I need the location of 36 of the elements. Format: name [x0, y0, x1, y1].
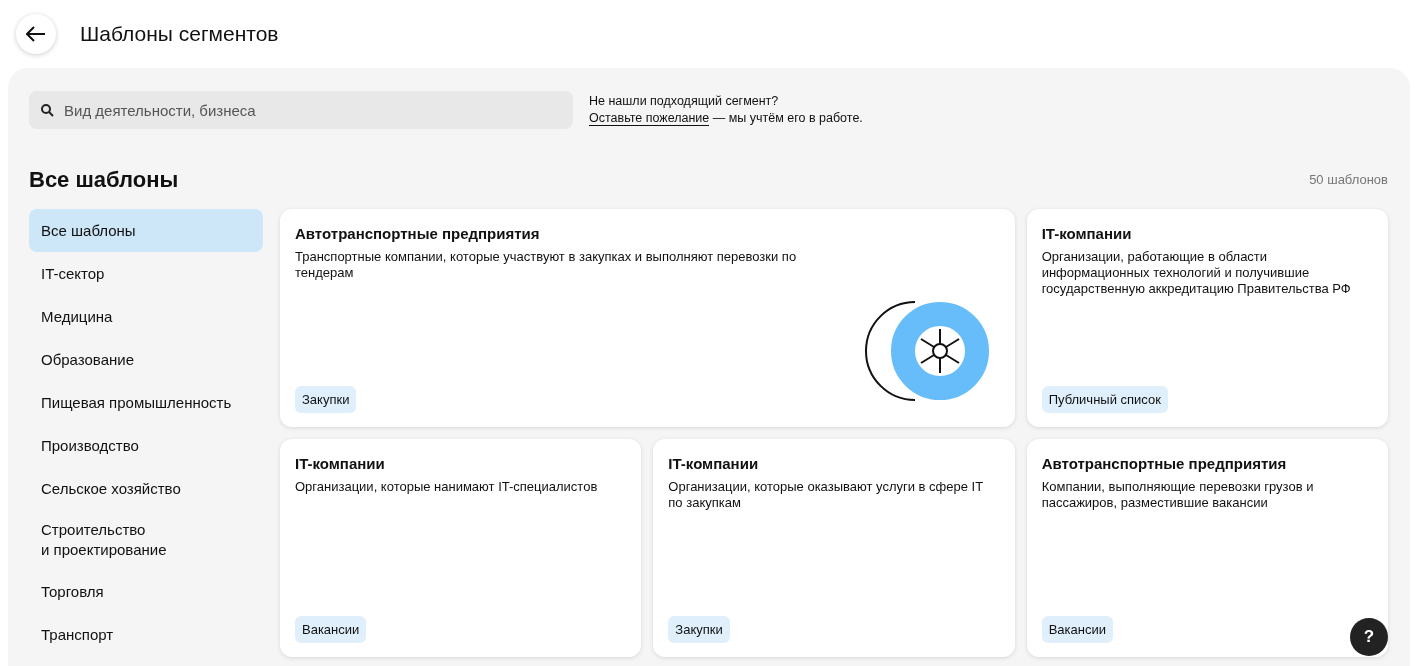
category-item[interactable]: Пищевая промышленность: [29, 381, 263, 425]
template-card[interactable]: IT-компании Организации, которые оказывают услуги в сфере IT по закупкам Закупки: [653, 439, 1015, 658]
category-item[interactable]: Все шаблоны: [29, 209, 263, 253]
template-card[interactable]: IT-компании Организации, которые нанимают IT-специалистов Вакансии: [280, 439, 642, 658]
category-item[interactable]: Образование: [29, 338, 263, 382]
feedback-question: Не нашли подходящий сегмент?: [589, 93, 780, 110]
source-tag: Закупки: [668, 615, 730, 644]
card-description: Компании, выполняющие перевозки грузов и пассажиров, разместившие вакансии: [1041, 479, 1315, 512]
feedback-link[interactable]: Оставьте пожелание: [589, 111, 710, 126]
card-title: IT-компании: [1041, 225, 1133, 244]
template-count: 50 шаблонов: [1309, 171, 1388, 190]
card-description: Организации, которые оказывают услуги в сфере IT по закупкам: [668, 479, 984, 512]
category-item[interactable]: Медицина: [29, 295, 263, 339]
category-item[interactable]: Производство: [29, 424, 263, 468]
source-tag: Вакансии: [295, 615, 367, 644]
card-description: Организации, работающие в области информационных технологий и получившие государственную аккредитацию Правительства РФ: [1041, 249, 1352, 298]
source-tag: Публичный список: [1041, 385, 1168, 414]
card-title: Автотранспортные предприятия: [1041, 455, 1288, 474]
category-item[interactable]: Сельское хозяйство: [29, 467, 263, 511]
back-arrow-icon: [26, 26, 46, 42]
card-title: IT-компании: [295, 455, 386, 474]
card-title: Автотранспортные предприятия: [295, 225, 541, 244]
category-item[interactable]: Строительство и проектирование: [29, 510, 263, 571]
category-item[interactable]: IT-сектор: [29, 252, 263, 296]
back-button[interactable]: [16, 14, 56, 54]
source-tag: Закупки: [295, 385, 357, 414]
card-description: Организации, которые нанимают IT-специалистов: [295, 479, 599, 496]
section-title: Все шаблоны: [29, 167, 179, 194]
category-item[interactable]: Транспорт: [29, 613, 263, 657]
source-tag: Вакансии: [1041, 615, 1113, 644]
card-title: IT-компании: [668, 455, 760, 474]
category-item[interactable]: Торговля: [29, 570, 263, 614]
feedback-note: — мы учтём его в работе.: [712, 111, 863, 125]
search-field[interactable]: Вид деятельности, бизнеса: [29, 91, 573, 129]
card-description: Транспортные компании, которые участвуют в закупках и выполняют перевозки по тендерам: [295, 249, 798, 282]
page-title: Шаблоны сегментов: [80, 21, 279, 47]
